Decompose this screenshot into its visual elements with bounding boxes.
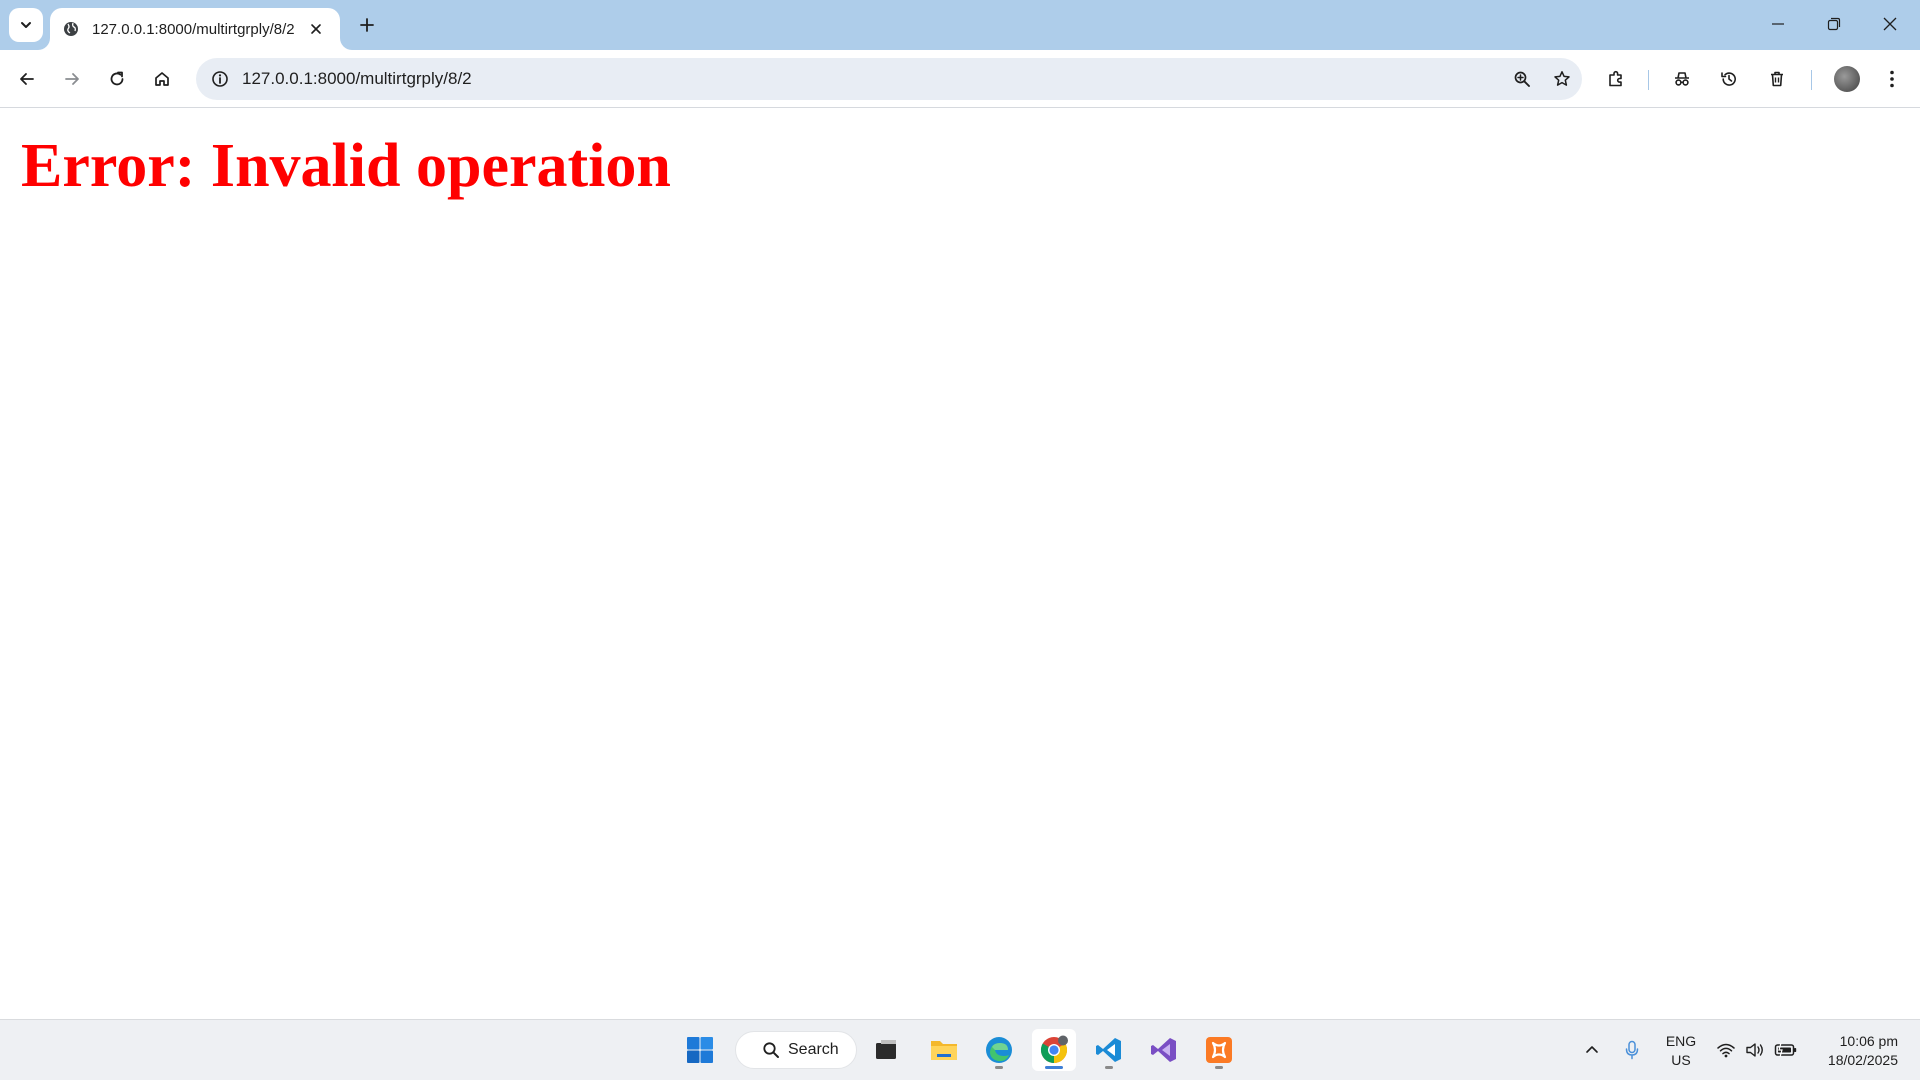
history-button[interactable] [1711, 61, 1747, 97]
home-icon [155, 72, 169, 86]
tab-strip: 127.0.0.1:8000/multirtgrply/8/2 [0, 0, 1920, 50]
back-button[interactable] [9, 61, 45, 97]
restore-icon [1827, 17, 1841, 31]
running-indicator [1105, 1066, 1113, 1069]
bookmark-star-icon[interactable] [1546, 63, 1578, 95]
site-info-icon[interactable] [204, 63, 236, 95]
menu-button[interactable] [1874, 61, 1910, 97]
running-indicator [995, 1066, 1003, 1069]
forward-icon [65, 73, 79, 85]
windows-start-icon[interactable] [678, 1029, 722, 1071]
home-button[interactable] [144, 61, 180, 97]
toolbar-separator [1648, 70, 1649, 90]
clock[interactable]: 10:06 pm 18/02/2025 [1808, 1032, 1898, 1070]
clock-date: 18/02/2025 [1827, 1052, 1898, 1068]
edge-icon[interactable] [977, 1029, 1021, 1071]
speaker-icon[interactable] [1744, 1038, 1768, 1062]
reload-icon [110, 71, 124, 86]
chrome-icon[interactable] [1032, 1029, 1076, 1071]
extensions-icon [1609, 70, 1622, 87]
new-tab-button[interactable] [352, 10, 382, 40]
url-text[interactable]: 127.0.0.1:8000/multirtgrply/8/2 [242, 69, 472, 89]
language-indicator[interactable]: ENG US [1662, 1032, 1700, 1070]
browser-toolbar: 127.0.0.1:8000/multirtgrply/8/2 [0, 50, 1920, 108]
language-line1: ENG [1665, 1033, 1697, 1049]
error-heading: Error: Invalid operation [21, 132, 671, 200]
minimize-button[interactable] [1750, 0, 1806, 48]
incognito-icon [1675, 72, 1689, 86]
running-indicator [1215, 1066, 1223, 1069]
tab-title: 127.0.0.1:8000/multirtgrply/8/2 [92, 20, 295, 38]
toolbar-separator [1811, 70, 1812, 90]
address-bar[interactable]: 127.0.0.1:8000/multirtgrply/8/2 [196, 58, 1582, 100]
globe-icon [62, 20, 80, 38]
profile-avatar[interactable] [1834, 66, 1860, 92]
close-icon [1883, 17, 1897, 31]
search-label: Search [788, 1041, 839, 1058]
taskbar-search[interactable]: Search [735, 1031, 857, 1069]
vscode-icon[interactable] [1087, 1029, 1131, 1071]
file-explorer-icon[interactable] [922, 1029, 966, 1071]
clock-time: 10:06 pm [1839, 1033, 1898, 1049]
reload-button[interactable] [99, 61, 135, 97]
page-content: Error: Invalid operation [0, 109, 1920, 1019]
tab-active[interactable]: 127.0.0.1:8000/multirtgrply/8/2 [50, 8, 340, 50]
chevron-up-icon[interactable] [1580, 1038, 1604, 1062]
zoom-icon[interactable] [1506, 63, 1538, 95]
search-icon [763, 1042, 779, 1058]
incognito-button[interactable] [1664, 61, 1700, 97]
close-window-button[interactable] [1862, 0, 1918, 48]
menu-icon [1890, 70, 1894, 88]
restore-button[interactable] [1806, 0, 1862, 48]
delete-icon [1771, 71, 1783, 87]
back-icon [20, 73, 34, 85]
tab-close-icon[interactable] [304, 17, 328, 41]
history-icon [1721, 72, 1736, 86]
visual-studio-icon[interactable] [1142, 1029, 1186, 1071]
plus-icon [360, 18, 374, 32]
xampp-icon[interactable] [1197, 1029, 1241, 1071]
extensions-button[interactable] [1598, 61, 1634, 97]
taskbar: Search ENG US 10:06 pm 18/02/2025 [0, 1019, 1920, 1080]
language-line2: US [1671, 1052, 1691, 1068]
tab-search-button[interactable] [9, 8, 43, 42]
forward-button[interactable] [54, 61, 90, 97]
wifi-icon[interactable] [1714, 1038, 1738, 1062]
minimize-icon [1772, 23, 1784, 25]
microphone-icon[interactable] [1620, 1038, 1644, 1062]
delete-button[interactable] [1759, 61, 1795, 97]
battery-icon[interactable] [1774, 1038, 1798, 1062]
task-view-icon[interactable] [864, 1029, 908, 1071]
chevron-down-icon [21, 22, 31, 28]
running-indicator-active [1045, 1066, 1063, 1069]
